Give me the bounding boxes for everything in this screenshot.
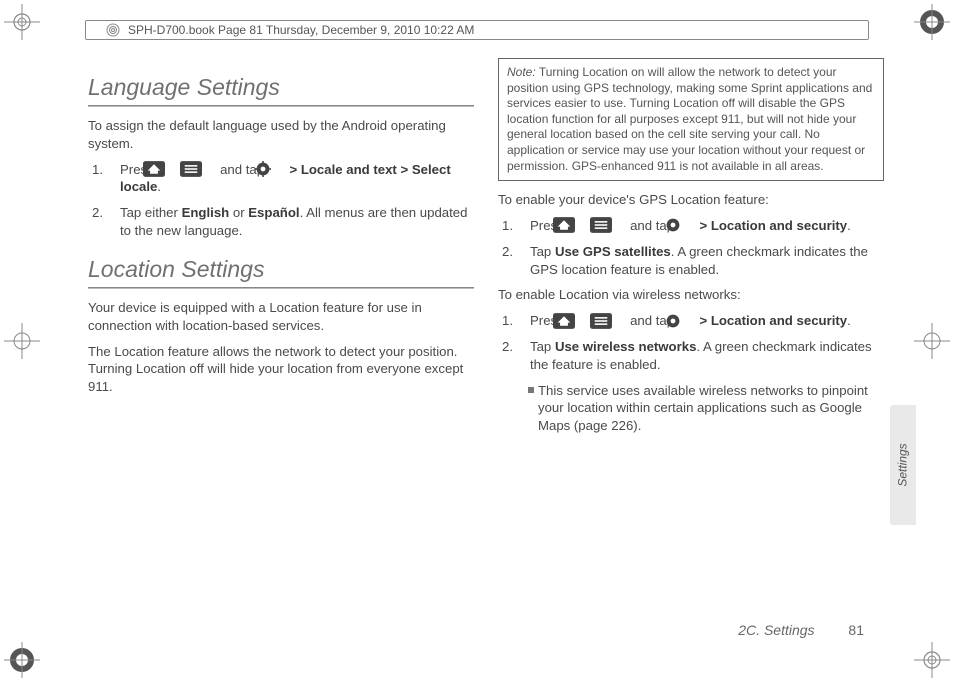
- footer-section: 2C. Settings: [738, 622, 814, 638]
- crop-mark-icon: [914, 323, 950, 359]
- wireless-step-2: 2.Tap Use wireless networks. A green che…: [516, 338, 884, 374]
- note-body: Turning Location on will allow the netwo…: [507, 65, 872, 173]
- language-step-1: 1.Press > and tap > Locale and text > Se…: [106, 161, 474, 197]
- heading-rule: [88, 105, 474, 107]
- heading-rule: [88, 287, 474, 289]
- footer-page-number: 81: [848, 622, 864, 638]
- home-key-icon: [567, 313, 589, 329]
- note-label: Note:: [507, 65, 536, 79]
- gps-step-1: 1.Press > and tap > Location and securit…: [516, 217, 884, 235]
- language-intro: To assign the default language used by t…: [88, 117, 474, 153]
- crop-mark-icon: [4, 4, 40, 40]
- menu-key-icon: [604, 217, 626, 233]
- location-p1: Your device is equipped with a Location …: [88, 299, 474, 335]
- menu-key-icon: [604, 313, 626, 329]
- crop-mark-icon: [914, 4, 950, 40]
- bullet-icon: [528, 387, 534, 393]
- header-text: SPH-D700.book Page 81 Thursday, December…: [128, 23, 474, 37]
- page-footer: 2C. Settings 81: [738, 622, 864, 638]
- settings-gear-icon: [678, 313, 696, 329]
- note-box: Note: Turning Location on will allow the…: [498, 58, 884, 181]
- right-column: Note: Turning Location on will allow the…: [498, 58, 884, 443]
- thumb-tab-settings: Settings: [890, 405, 916, 525]
- location-p2: The Location feature allows the network …: [88, 343, 474, 396]
- crop-mark-icon: [4, 642, 40, 678]
- spiral-icon: [106, 23, 120, 37]
- home-key-icon: [157, 161, 179, 177]
- page-header-meta: SPH-D700.book Page 81 Thursday, December…: [85, 20, 869, 40]
- crop-mark-icon: [914, 642, 950, 678]
- menu-key-icon: [194, 161, 216, 177]
- gps-heading: To enable your device's GPS Location fea…: [498, 191, 884, 209]
- wireless-bullet: This service uses available wireless net…: [528, 382, 884, 435]
- wireless-step-1: 1.Press > and tap > Location and securit…: [516, 312, 884, 330]
- home-key-icon: [567, 217, 589, 233]
- heading-language-settings: Language Settings: [88, 72, 474, 103]
- crop-mark-icon: [4, 323, 40, 359]
- settings-gear-icon: [678, 217, 696, 233]
- settings-gear-icon: [268, 161, 286, 177]
- gps-step-2: 2.Tap Use GPS satellites. A green checkm…: [516, 243, 884, 279]
- wireless-heading: To enable Location via wireless networks…: [498, 286, 884, 304]
- heading-location-settings: Location Settings: [88, 254, 474, 285]
- language-step-2: 2.Tap either English or Español. All men…: [106, 204, 474, 240]
- left-column: Language Settings To assign the default …: [88, 58, 474, 443]
